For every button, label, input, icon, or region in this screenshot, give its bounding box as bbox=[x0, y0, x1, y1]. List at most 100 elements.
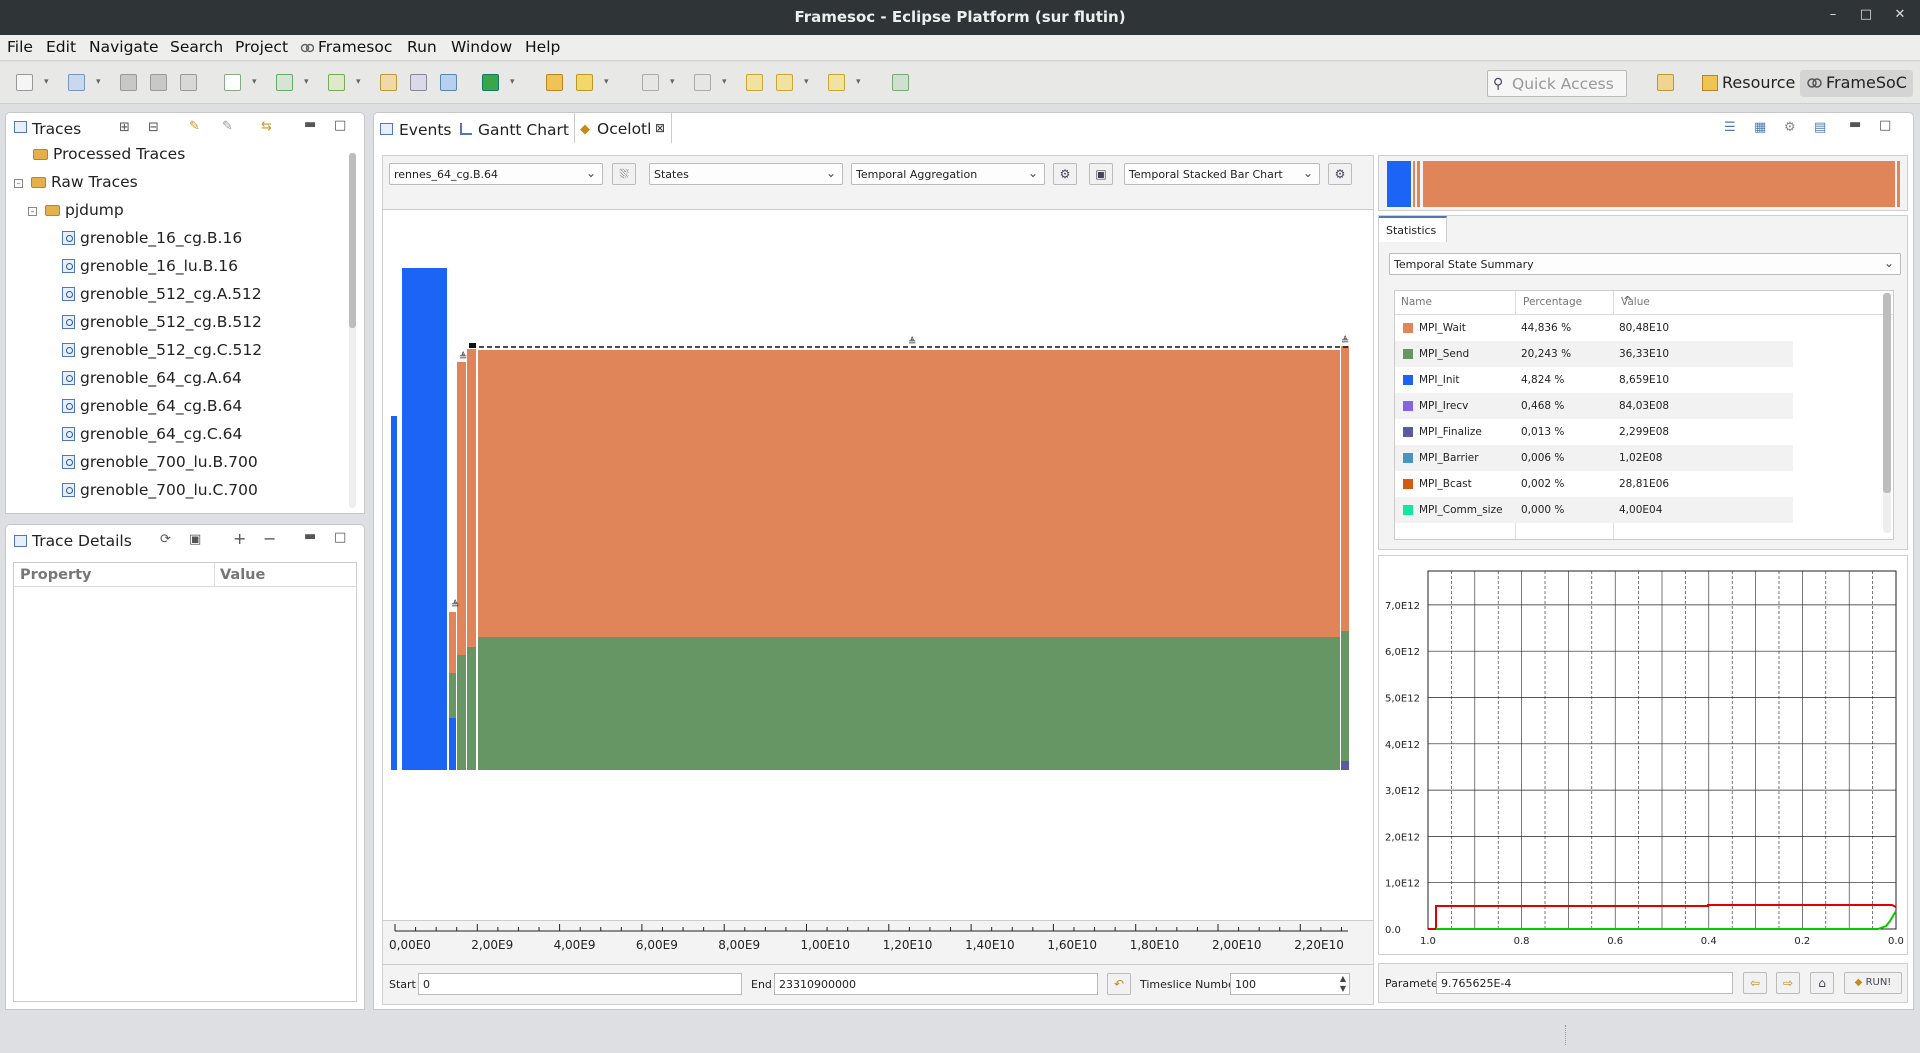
collapse-toggle-icon[interactable]: – bbox=[14, 179, 23, 188]
clear-filter-icon[interactable]: ✎ bbox=[222, 119, 233, 134]
collapse-toggle-icon[interactable]: – bbox=[28, 207, 37, 216]
maximize-button[interactable]: □ bbox=[1855, 7, 1877, 27]
table-icon[interactable]: ▦ bbox=[1754, 120, 1766, 135]
aggregation-select[interactable]: Temporal Aggregation ⌄ bbox=[851, 163, 1045, 185]
menu-search[interactable]: Search bbox=[170, 38, 223, 56]
quality-curve-chart[interactable]: 0.0 1,0E12 2,0E12 3,0E12 4,0E12 5,0E12 6,0E12 7… bbox=[1379, 556, 1909, 956]
run-icon[interactable] bbox=[482, 74, 499, 91]
home-button[interactable]: ⌂ bbox=[1810, 972, 1834, 994]
chart-bar-wait-main[interactable] bbox=[478, 350, 1340, 637]
perspective-resource[interactable]: Resource bbox=[1696, 70, 1801, 97]
chevron-down-icon[interactable]: ▾ bbox=[510, 77, 520, 87]
outline-icon[interactable]: ☰ bbox=[1724, 120, 1736, 135]
tools-icon[interactable] bbox=[410, 74, 427, 91]
end-input[interactable]: 23310900000 bbox=[774, 973, 1098, 995]
menu-file[interactable]: File bbox=[7, 38, 33, 56]
import-icon[interactable] bbox=[328, 74, 345, 91]
metric-select[interactable]: States ⌄ bbox=[649, 163, 843, 185]
pin-editor-icon[interactable] bbox=[892, 74, 909, 91]
grid-icon[interactable] bbox=[440, 74, 457, 91]
chart-bar-init-small[interactable] bbox=[449, 718, 456, 770]
tab-events[interactable]: Events bbox=[399, 121, 451, 139]
tab-gantt-chart[interactable]: Gantt Chart bbox=[478, 121, 569, 139]
add-icon[interactable]: + bbox=[233, 529, 246, 548]
remove-icon[interactable]: − bbox=[263, 529, 276, 548]
overview-bar[interactable] bbox=[1897, 161, 1900, 207]
column-header-percentage[interactable]: Percentage bbox=[1523, 296, 1582, 308]
chart-bar-send-main[interactable] bbox=[478, 637, 1340, 770]
column-header-value[interactable]: Value bbox=[1621, 296, 1650, 308]
load-trace-button[interactable]: ⛆ bbox=[612, 163, 636, 185]
minimize-view-icon[interactable]: ▬ bbox=[304, 117, 316, 132]
previous-parameter-button[interactable]: ⇦ bbox=[1743, 972, 1767, 994]
filter-icon[interactable]: ✎ bbox=[189, 119, 200, 134]
tree-trace-item[interactable]: grenoble_512_cg.C.512 bbox=[62, 341, 262, 359]
prev-annotation-icon[interactable] bbox=[694, 74, 711, 91]
chevron-down-icon[interactable]: ▾ bbox=[856, 77, 866, 87]
menu-navigate[interactable]: Navigate bbox=[89, 38, 159, 56]
chevron-down-icon[interactable]: ▾ bbox=[670, 77, 680, 87]
perspective-framesoc[interactable]: FrameSoC bbox=[1800, 70, 1913, 97]
column-header-value[interactable]: Value bbox=[220, 567, 265, 583]
statistics-row[interactable]: MPI_Comm_size 0,000 % 4,00E04 bbox=[1395, 497, 1793, 523]
chevron-down-icon[interactable]: ▾ bbox=[604, 77, 614, 87]
refresh-icon[interactable]: ⟳ bbox=[160, 532, 171, 547]
reset-time-button[interactable]: ↶ bbox=[1107, 973, 1131, 995]
chevron-down-icon[interactable]: ▾ bbox=[44, 77, 54, 87]
chevron-down-icon[interactable]: ▾ bbox=[722, 77, 732, 87]
close-tab-icon[interactable]: ⊠ bbox=[655, 121, 665, 135]
chevron-down-icon[interactable]: ▾ bbox=[252, 77, 262, 87]
statistics-row[interactable]: MPI_Finalize 0,013 % 2,299E08 bbox=[1395, 419, 1793, 445]
tree-trace-item[interactable]: grenoble_64_cg.B.64 bbox=[62, 397, 242, 415]
pencil-icon[interactable] bbox=[576, 74, 593, 91]
new-icon[interactable] bbox=[16, 74, 33, 91]
chart-bar-irecv-last[interactable] bbox=[1341, 761, 1349, 770]
open-folder-icon[interactable] bbox=[546, 74, 563, 91]
chart-bar-init-full[interactable] bbox=[391, 416, 397, 770]
window-icon[interactable]: ▤ bbox=[1814, 120, 1826, 135]
statistics-row[interactable]: MPI_Init 4,824 % 8,659E10 bbox=[1395, 367, 1793, 393]
open-icon[interactable] bbox=[68, 74, 85, 91]
chart-bar-send-2[interactable] bbox=[457, 655, 466, 770]
run-button[interactable]: ◆ RUN! bbox=[1844, 972, 1902, 994]
open-perspective-icon[interactable] bbox=[1657, 74, 1674, 91]
tree-trace-item[interactable]: grenoble_700_lu.C.700 bbox=[62, 481, 258, 499]
column-header-property[interactable]: Property bbox=[20, 567, 92, 583]
overview-bar-init[interactable] bbox=[1387, 161, 1411, 207]
overview-bar[interactable] bbox=[1417, 161, 1420, 207]
chart-bar-send-3[interactable] bbox=[467, 647, 476, 770]
save-all-icon[interactable] bbox=[150, 74, 167, 91]
forward-icon[interactable] bbox=[828, 74, 845, 91]
traces-scrollbar-track[interactable] bbox=[349, 153, 356, 508]
collapse-all-icon[interactable]: ⊟ bbox=[148, 120, 159, 135]
back-icon[interactable] bbox=[776, 74, 793, 91]
close-button[interactable]: ✕ bbox=[1889, 7, 1911, 27]
package-icon[interactable] bbox=[380, 74, 397, 91]
summary-select[interactable]: Temporal State Summary ⌄ bbox=[1389, 253, 1901, 275]
new-file-icon[interactable] bbox=[224, 74, 241, 91]
maximize-view-icon[interactable]: □ bbox=[334, 530, 346, 545]
overview-chart[interactable] bbox=[1379, 156, 1909, 212]
statistics-row[interactable]: MPI_Wait 44,836 % 80,48E10 bbox=[1395, 315, 1793, 341]
tab-ocelotl[interactable]: ◆ Ocelotl ⊠ bbox=[574, 113, 672, 143]
trace-select[interactable]: rennes_64_cg.B.64 ⌄ bbox=[389, 163, 603, 185]
chart-bar-wait-last[interactable] bbox=[1341, 346, 1349, 631]
tree-trace-item[interactable]: grenoble_16_lu.B.16 bbox=[62, 257, 238, 275]
chart-bar-wait-3[interactable] bbox=[467, 349, 476, 647]
chart-bar-wait-small[interactable] bbox=[449, 612, 456, 673]
timeslice-spinner[interactable]: 100 ▲ ▼ bbox=[1230, 973, 1350, 995]
expand-all-icon[interactable]: ⊞ bbox=[119, 120, 130, 135]
tree-folder[interactable]: – pjdump bbox=[28, 201, 124, 219]
column-header-name[interactable]: Name bbox=[1401, 296, 1432, 308]
next-annotation-icon[interactable] bbox=[642, 74, 659, 91]
quick-access-field[interactable]: ⚲ Quick Access bbox=[1487, 70, 1627, 97]
maximize-editor-icon[interactable]: □ bbox=[1879, 118, 1891, 133]
tree-folder[interactable]: – Raw Traces bbox=[14, 173, 138, 191]
save-aggregation-button[interactable]: ▣ bbox=[1089, 163, 1113, 185]
minimize-editor-icon[interactable]: ▬ bbox=[1849, 117, 1861, 132]
traces-tab-title[interactable]: Traces bbox=[32, 120, 81, 138]
statistics-row[interactable]: MPI_Barrier 0,006 % 1,02E08 bbox=[1395, 445, 1793, 471]
chart-bar-init-main[interactable] bbox=[402, 268, 447, 770]
overview-bar[interactable] bbox=[1413, 161, 1415, 207]
next-parameter-button[interactable]: ⇨ bbox=[1776, 972, 1800, 994]
